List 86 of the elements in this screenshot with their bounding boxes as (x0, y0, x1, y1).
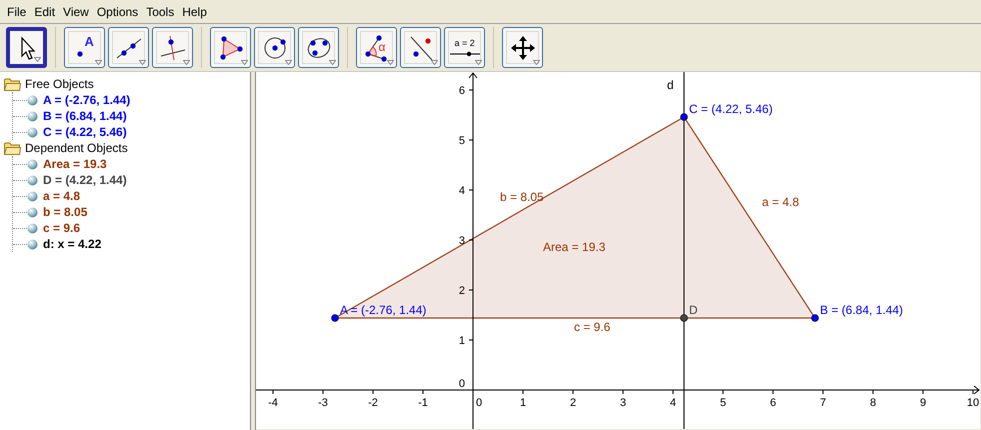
tool-button[interactable]: α (356, 27, 397, 68)
folder-label[interactable]: Free Objects (25, 75, 94, 93)
object-label: a = 4.8 (762, 195, 800, 209)
tick-label: 3 (458, 235, 465, 247)
object-label: d (667, 78, 674, 92)
folder-label[interactable]: Dependent Objects (25, 139, 128, 157)
tool-button[interactable] (400, 27, 441, 68)
sphere-icon (27, 206, 38, 218)
tick-label: 7 (820, 397, 826, 409)
menu-item[interactable]: Options (92, 2, 142, 20)
dropdown-triangle-icon (241, 60, 248, 65)
sphere-icon (27, 190, 38, 202)
object-entry[interactable]: B = (6.84, 1.44) (43, 107, 127, 125)
dropdown-triangle-icon (387, 60, 394, 65)
tool-button[interactable] (298, 27, 339, 68)
dropdown-triangle-icon (139, 60, 146, 65)
menu-item[interactable]: Help (178, 2, 211, 20)
tick-label: 6 (458, 85, 465, 97)
menu-item[interactable]: File (3, 2, 30, 20)
tick-label: 0 (458, 378, 465, 390)
tool-button[interactable] (6, 27, 47, 68)
tool-button[interactable] (210, 27, 251, 68)
tick-label: 3 (620, 397, 626, 409)
object-label: Area = 19.3 (543, 240, 606, 254)
open-folder-icon[interactable] (4, 78, 21, 90)
tick-label: 1 (520, 397, 526, 409)
dropdown-triangle-icon (533, 60, 540, 65)
tool-button[interactable]: a = 2 (444, 27, 485, 68)
object-label: c = 9.6 (574, 320, 610, 334)
tick-label: -1 (418, 397, 428, 409)
point[interactable] (680, 314, 688, 322)
object-label: C = (4.22, 5.46) (689, 102, 773, 116)
dropdown-triangle-icon (285, 60, 292, 65)
open-folder-icon[interactable] (4, 142, 21, 154)
sphere-icon (27, 222, 38, 234)
tick-label: 2 (570, 397, 576, 409)
object-entry[interactable]: a = 4.8 (43, 187, 80, 205)
object-entry[interactable]: Area = 19.3 (43, 155, 107, 173)
object-entry[interactable]: d: x = 4.22 (43, 235, 102, 253)
tool-button[interactable] (152, 27, 193, 68)
tick-label: 4 (458, 185, 465, 197)
sphere-icon (27, 158, 38, 170)
menu-item[interactable]: Tools (142, 2, 178, 20)
tick-label: 5 (720, 397, 726, 409)
tick-label: 1 (458, 335, 465, 347)
dropdown-triangle-icon (183, 60, 190, 65)
point[interactable] (331, 314, 339, 322)
dropdown-triangle-icon (95, 60, 102, 65)
sphere-icon (27, 238, 38, 250)
tool-button[interactable] (108, 27, 149, 68)
move-arrows-icon (508, 34, 536, 62)
tick-label: 10 (966, 397, 980, 409)
tool-button[interactable] (254, 27, 295, 68)
point[interactable] (811, 314, 819, 322)
dropdown-triangle-icon (431, 60, 438, 65)
object-label: b = 8.05 (500, 190, 544, 204)
tool-button[interactable] (502, 27, 543, 68)
tick-label: 8 (870, 397, 876, 409)
tick-label: 0 (476, 397, 482, 409)
sphere-icon (27, 126, 38, 138)
tick-label: -2 (368, 397, 378, 409)
tick-label: 9 (920, 397, 926, 409)
object-label: B = (6.84, 1.44) (820, 303, 904, 317)
object-entry[interactable]: c = 9.6 (43, 219, 80, 237)
sphere-icon (27, 110, 38, 122)
point[interactable] (680, 113, 688, 121)
dropdown-triangle-icon (329, 60, 336, 65)
tick-label: 4 (670, 397, 676, 409)
tool-button[interactable]: A (64, 27, 105, 68)
object-label: D (689, 303, 698, 317)
object-entry[interactable]: C = (4.22, 5.46) (43, 123, 127, 141)
menu-item[interactable]: Edit (30, 2, 60, 20)
tick-label: 5 (458, 135, 465, 147)
sphere-icon (27, 94, 38, 106)
tick-label: 6 (770, 397, 776, 409)
object-entry[interactable]: D = (4.22, 1.44) (43, 171, 127, 189)
sphere-icon (27, 174, 38, 186)
object-entry[interactable]: b = 8.05 (43, 203, 88, 221)
dropdown-triangle-icon (34, 57, 41, 62)
tick-label: -3 (318, 397, 328, 409)
menu-item[interactable]: View (59, 2, 93, 20)
object-entry[interactable]: A = (-2.76, 1.44) (43, 91, 130, 109)
tick-label: 2 (458, 285, 465, 297)
tick-label: -4 (268, 397, 278, 409)
perpendicular-line-icon (158, 34, 186, 62)
dropdown-triangle-icon (475, 60, 482, 65)
